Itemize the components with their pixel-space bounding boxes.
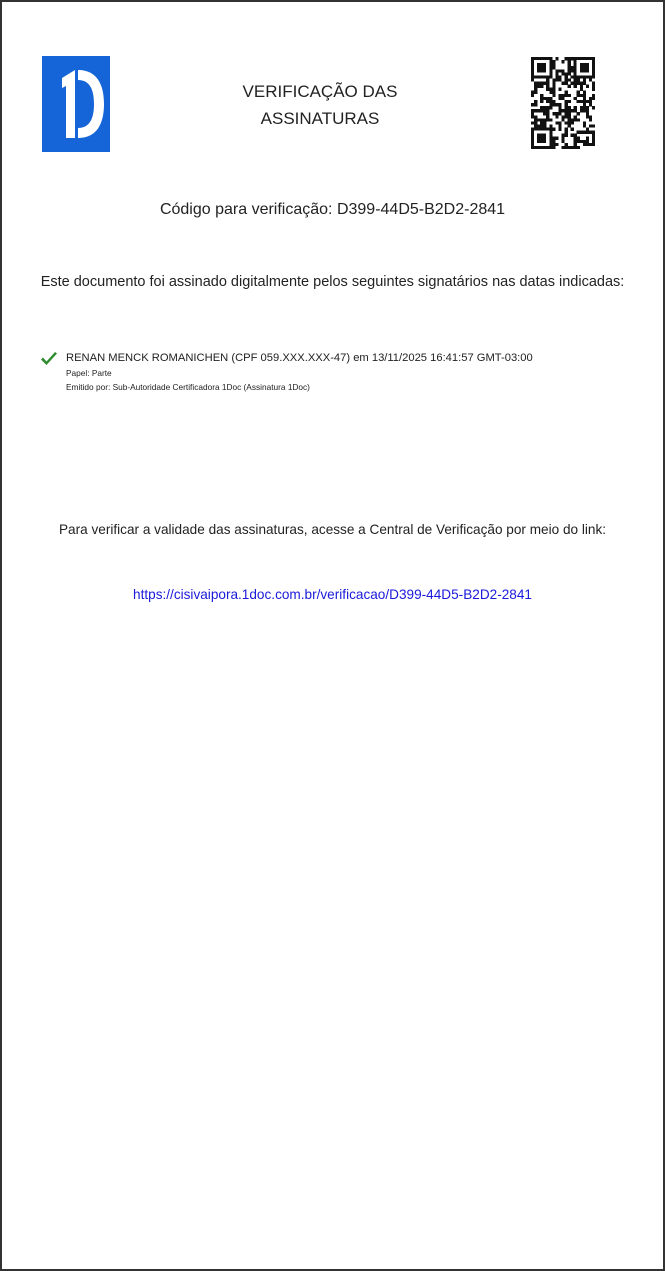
verification-link-wrapper: https://cisivaipora.1doc.com.br/verifica… xyxy=(2,587,663,602)
signature-details: RENAN MENCK ROMANICHEN (CPF 059.XXX.XXX-… xyxy=(66,350,636,394)
signer-line: RENAN MENCK ROMANICHEN (CPF 059.XXX.XXX-… xyxy=(66,352,533,364)
signer-role: Papel: Parte xyxy=(66,368,112,378)
page-title: VERIFICAÇÃO DAS ASSINATURAS xyxy=(202,78,438,132)
verification-link[interactable]: https://cisivaipora.1doc.com.br/verifica… xyxy=(133,587,532,602)
title-line-2: ASSINATURAS xyxy=(260,109,380,128)
verification-code: Código para verificação: D399-44D5-B2D2-… xyxy=(159,201,506,218)
title-line-1: VERIFICAÇÃO DAS xyxy=(242,82,398,101)
qr-code-icon xyxy=(531,57,595,149)
check-icon xyxy=(40,351,58,367)
1doc-logo-icon xyxy=(42,56,110,152)
document-page: VERIFICAÇÃO DAS ASSINATURAS Código para … xyxy=(0,0,665,1271)
intro-text: Este documento foi assinado digitalmente… xyxy=(40,274,625,290)
signer-issuer: Emitido por: Sub-Autoridade Certificador… xyxy=(66,382,310,392)
verify-instructions: Para verificar a validade das assinatura… xyxy=(58,522,607,537)
